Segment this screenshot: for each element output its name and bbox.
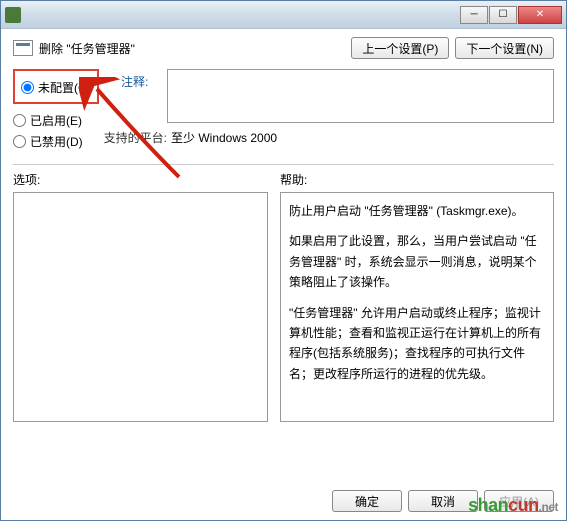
help-text: "任务管理器" 允许用户启动或终止程序；监视计算机性能；查看和监视正运行在计算机… bbox=[289, 303, 545, 385]
help-text: 如果启用了此设置，那么，当用户尝试启动 "任务管理器" 时，系统会显示一则消息，… bbox=[289, 231, 545, 292]
section-row: 选项: 帮助: 防止用户启动 "任务管理器" (Taskmgr.exe)。 如果… bbox=[13, 171, 554, 422]
radio-not-configured-input[interactable] bbox=[21, 81, 34, 94]
titlebar: ─ ☐ ✕ bbox=[1, 1, 566, 29]
comment-textarea[interactable] bbox=[167, 69, 554, 123]
right-column: 支持的平台: 至少 Windows 2000 bbox=[143, 69, 554, 154]
minimize-button[interactable]: ─ bbox=[460, 6, 488, 24]
maximize-button[interactable]: ☐ bbox=[489, 6, 517, 24]
next-setting-button[interactable]: 下一个设置(N) bbox=[455, 37, 554, 59]
help-text: 防止用户启动 "任务管理器" (Taskmgr.exe)。 bbox=[289, 201, 545, 221]
dialog-window: ─ ☐ ✕ 删除 "任务管理器" 上一个设置(P) 下一个设置(N) 未配置(C… bbox=[0, 0, 567, 521]
ok-button[interactable]: 确定 bbox=[332, 490, 402, 512]
divider bbox=[13, 164, 554, 165]
content-area: 删除 "任务管理器" 上一个设置(P) 下一个设置(N) 未配置(C) 已启用(… bbox=[1, 29, 566, 430]
radio-not-configured[interactable]: 未配置(C) bbox=[21, 79, 91, 96]
page-title: 删除 "任务管理器" bbox=[39, 40, 351, 57]
help-panel: 防止用户启动 "任务管理器" (Taskmgr.exe)。 如果启用了此设置，那… bbox=[280, 192, 554, 422]
nav-buttons: 上一个设置(P) 下一个设置(N) bbox=[351, 37, 554, 59]
support-label: 支持的平台: bbox=[91, 129, 167, 146]
radio-disabled-input[interactable] bbox=[13, 135, 26, 148]
options-panel bbox=[13, 192, 268, 422]
close-button[interactable]: ✕ bbox=[518, 6, 562, 24]
comment-label: 注释: bbox=[121, 73, 148, 90]
prev-setting-button[interactable]: 上一个设置(P) bbox=[351, 37, 449, 59]
body-row: 未配置(C) 已启用(E) 已禁用(D) 支持的平台: 至少 Windows 2… bbox=[13, 69, 554, 154]
radio-enabled[interactable]: 已启用(E) bbox=[13, 112, 133, 129]
support-value: 至少 Windows 2000 bbox=[171, 129, 277, 146]
highlight-box: 未配置(C) bbox=[13, 69, 99, 104]
options-label: 选项: bbox=[13, 171, 268, 188]
help-section: 帮助: 防止用户启动 "任务管理器" (Taskmgr.exe)。 如果启用了此… bbox=[280, 171, 554, 422]
header-row: 删除 "任务管理器" 上一个设置(P) 下一个设置(N) bbox=[13, 37, 554, 59]
policy-icon bbox=[13, 40, 33, 56]
app-icon bbox=[5, 7, 21, 23]
support-row: 支持的平台: 至少 Windows 2000 bbox=[91, 129, 554, 146]
help-label: 帮助: bbox=[280, 171, 554, 188]
radio-enabled-input[interactable] bbox=[13, 114, 26, 127]
options-section: 选项: bbox=[13, 171, 268, 422]
window-buttons: ─ ☐ ✕ bbox=[460, 6, 562, 24]
watermark: shancun.net bbox=[468, 495, 558, 516]
